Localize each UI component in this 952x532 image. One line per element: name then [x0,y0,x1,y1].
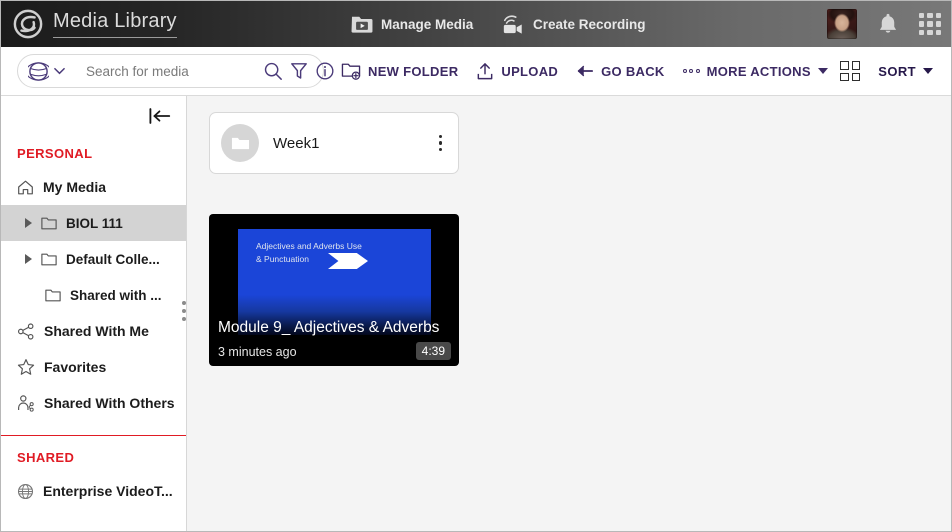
new-folder-button[interactable]: NEW FOLDER [332,54,467,88]
video-title: Module 9_ Adjectives & Adverbs [218,319,440,336]
chevron-right-icon[interactable] [25,218,32,228]
collapse-sidebar-row [1,96,186,136]
folder-icon [41,217,57,229]
folder-name: Week1 [273,134,320,152]
app-header: Media Library Manage Media Create Record… [1,1,951,47]
search-bar [17,54,334,88]
upload-label: UPLOAD [501,63,559,79]
upload-arrow-icon [478,62,493,79]
upload-button[interactable]: UPLOAD [467,54,567,88]
brand: Media Library [13,9,177,39]
search-action-icons [263,61,337,81]
folder-play-icon [351,16,373,33]
search-input[interactable] [74,63,263,79]
globe-icon [17,483,34,499]
sidebar-item-shared-with-others[interactable]: Shared With Others [1,385,186,421]
sidebar-item-default-collection[interactable]: Default Colle... [1,241,186,277]
sidebar-item-favorites[interactable]: Favorites [1,349,186,385]
star-icon [17,359,35,375]
globe-icon [28,61,49,81]
sort-button[interactable]: SORT [878,64,933,79]
ellipsis-icon [682,69,700,73]
manage-media-label: Manage Media [381,16,474,32]
avatar[interactable] [827,9,857,39]
sidebar-item-my-media[interactable]: My Media [1,169,186,205]
folder-icon [45,289,61,301]
webcam-record-icon [503,15,522,34]
app-grid-icon[interactable] [919,13,941,35]
header-right-actions [827,9,941,39]
collapse-left-icon[interactable] [148,106,172,126]
more-actions-button[interactable]: MORE ACTIONS [674,54,837,88]
caret-down-icon [923,68,933,74]
home-icon [18,180,33,194]
new-folder-label: NEW FOLDER [368,63,459,79]
go-back-label: GO BACK [601,63,665,79]
folder-icon [231,137,249,150]
sort-label: SORT [878,63,916,79]
sidebar-item-label: Shared with ... [70,287,162,303]
sidebar-section-shared: SHARED [17,450,75,465]
chevron-right-icon[interactable] [25,254,32,264]
caret-down-icon [817,68,828,74]
arrow-left-icon [577,65,594,77]
video-uploaded-time: 3 minutes ago [218,345,297,359]
search-scope-selector[interactable] [28,61,74,82]
new-folder-icon [341,63,361,80]
toolbar-right: SORT [840,61,933,81]
search-icon[interactable] [263,61,283,81]
folder-avatar [221,124,259,162]
person-share-icon [18,395,34,412]
chevron-down-icon [54,67,65,75]
create-recording-button[interactable]: Create Recording [501,13,646,35]
sidebar-item-shared-with[interactable]: Shared with ... [1,277,186,313]
sidebar-item-label: Shared With Me [44,323,149,339]
toolbar: NEW FOLDER UPLOAD GO BACK MORE ACTIONS [1,47,951,96]
sidebar-item-label: Default Colle... [66,251,160,267]
bell-icon[interactable] [877,12,899,36]
folder-card[interactable]: Week1 [209,112,459,174]
create-recording-label: Create Recording [533,16,646,32]
grid-view-icon[interactable] [840,61,861,81]
sidebar-resize-handle[interactable] [182,301,186,321]
kebab-menu-icon[interactable] [435,131,447,156]
manage-media-button[interactable]: Manage Media [351,14,473,34]
sidebar-item-label: Shared With Others [44,395,175,411]
sidebar-section-personal: PERSONAL [17,146,93,161]
sidebar-item-label: Enterprise VideoT... [43,483,173,499]
page-title: Media Library [53,10,177,38]
sidebar-item-label: Favorites [44,359,107,375]
filter-funnel-icon[interactable] [290,61,308,81]
sidebar-item-label: BIOL 111 [66,215,123,231]
video-duration-badge: 4:39 [415,342,451,360]
video-card[interactable]: Adjectives and Adverbs Use & Punctuation… [209,214,459,366]
content-area: Week1 Adjectives and Adverbs Use & Punct… [188,96,951,531]
media-library-window: Media Library Manage Media Create Record… [0,0,952,532]
sidebar-item-shared-with-me[interactable]: Shared With Me [1,313,186,349]
folder-icon [41,253,57,265]
sidebar-item-enterprise-videotube[interactable]: Enterprise VideoT... [1,473,186,509]
go-back-button[interactable]: GO BACK [567,54,674,88]
swirl-logo-icon [13,9,43,39]
sidebar-item-label: My Media [43,179,107,195]
sidebar-item-biol-111[interactable]: BIOL 111 [1,205,186,241]
share-nodes-icon [17,322,34,340]
more-actions-label: MORE ACTIONS [706,63,811,79]
sidebar: PERSONAL My Media BIOL 111 Default Colle… [1,96,187,531]
